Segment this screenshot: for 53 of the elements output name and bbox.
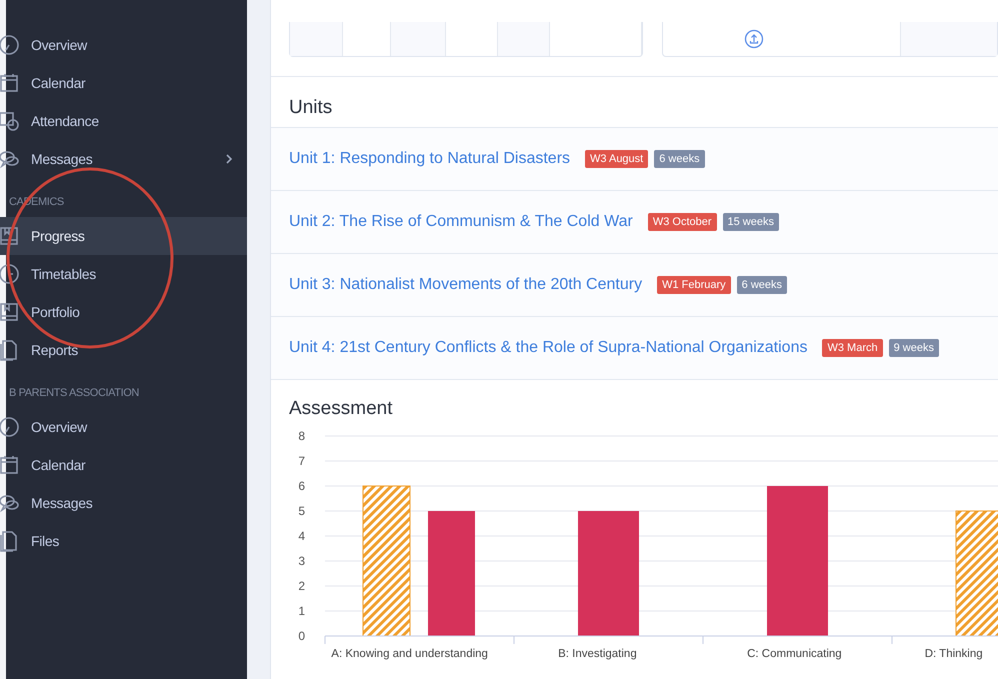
axis-category-label: A: Knowing and understanding (331, 648, 488, 660)
nav-item[interactable]: Progress (0, 217, 247, 255)
document-icon (0, 530, 20, 552)
nav-item[interactable]: Calendar (0, 446, 247, 484)
duration-badge: 6 weeks (736, 276, 787, 294)
book-icon (0, 301, 20, 323)
calendar-icon (0, 72, 20, 94)
axis-tick-label: 3 (298, 554, 305, 568)
calendar-clock-icon (0, 110, 20, 132)
axis-tick-label: 1 (298, 604, 305, 618)
axis-category-label: C: Communicating (747, 648, 842, 660)
gauge-icon (0, 416, 20, 438)
axis-tick-label: 7 (298, 454, 305, 468)
axis-category-label: B: Investigating (558, 648, 637, 660)
duration-badge: 9 weeks (888, 339, 939, 357)
calendar-icon (0, 454, 20, 476)
nav-item[interactable]: Overview (0, 26, 247, 64)
unit-link[interactable]: Unit 4: 21st Century Conflicts & the Role of Supra-National Organizations (289, 339, 808, 357)
nav-item[interactable]: Calendar (0, 64, 247, 102)
nav-item[interactable]: Timetables (0, 255, 247, 293)
clock-icon (0, 263, 20, 285)
section-heading: B PARENTS ASSOCIATION (9, 386, 140, 401)
duration-badge: 6 weeks (654, 150, 705, 168)
nav-item[interactable]: Files (0, 522, 247, 560)
axis-category-label: D: Thinking (924, 648, 983, 660)
axis-tick-label: 6 (298, 479, 305, 493)
date-badge: W3 August (585, 150, 648, 168)
date-badge: W1 February (657, 276, 731, 294)
date-badge: W3 March (822, 339, 883, 357)
upload-icon[interactable] (744, 29, 764, 49)
axis-tick-label: 4 (298, 529, 305, 543)
axis-tick-label: 8 (298, 429, 305, 443)
chat-icon (0, 492, 20, 514)
nav-item[interactable]: Messages (0, 484, 247, 522)
nav-item[interactable]: Overview (0, 408, 247, 446)
nav-item[interactable]: Portfolio (0, 293, 247, 331)
axis-tick-label: 0 (298, 629, 305, 643)
chat-icon (0, 148, 20, 170)
nav-item[interactable]: Attendance (0, 102, 247, 140)
gauge-icon (0, 34, 20, 56)
section-title: Assessment (288, 397, 394, 421)
nav-item[interactable]: Reports (0, 331, 247, 369)
book-icon (0, 225, 20, 247)
axis-tick-label: 2 (298, 579, 305, 593)
duration-badge: 15 weeks (722, 213, 779, 231)
axis-tick-label: 5 (298, 504, 305, 518)
document-icon (0, 339, 20, 361)
section-title: Units (288, 96, 334, 120)
unit-link[interactable]: Unit 1: Responding to Natural Disasters (289, 150, 570, 168)
date-badge: W3 October (648, 213, 717, 231)
unit-link[interactable]: Unit 3: Nationalist Movements of the 20th Century (289, 276, 642, 294)
nav-item[interactable]: Messages (0, 140, 247, 178)
unit-link[interactable]: Unit 2: The Rise of Communism & The Cold War (289, 213, 633, 231)
